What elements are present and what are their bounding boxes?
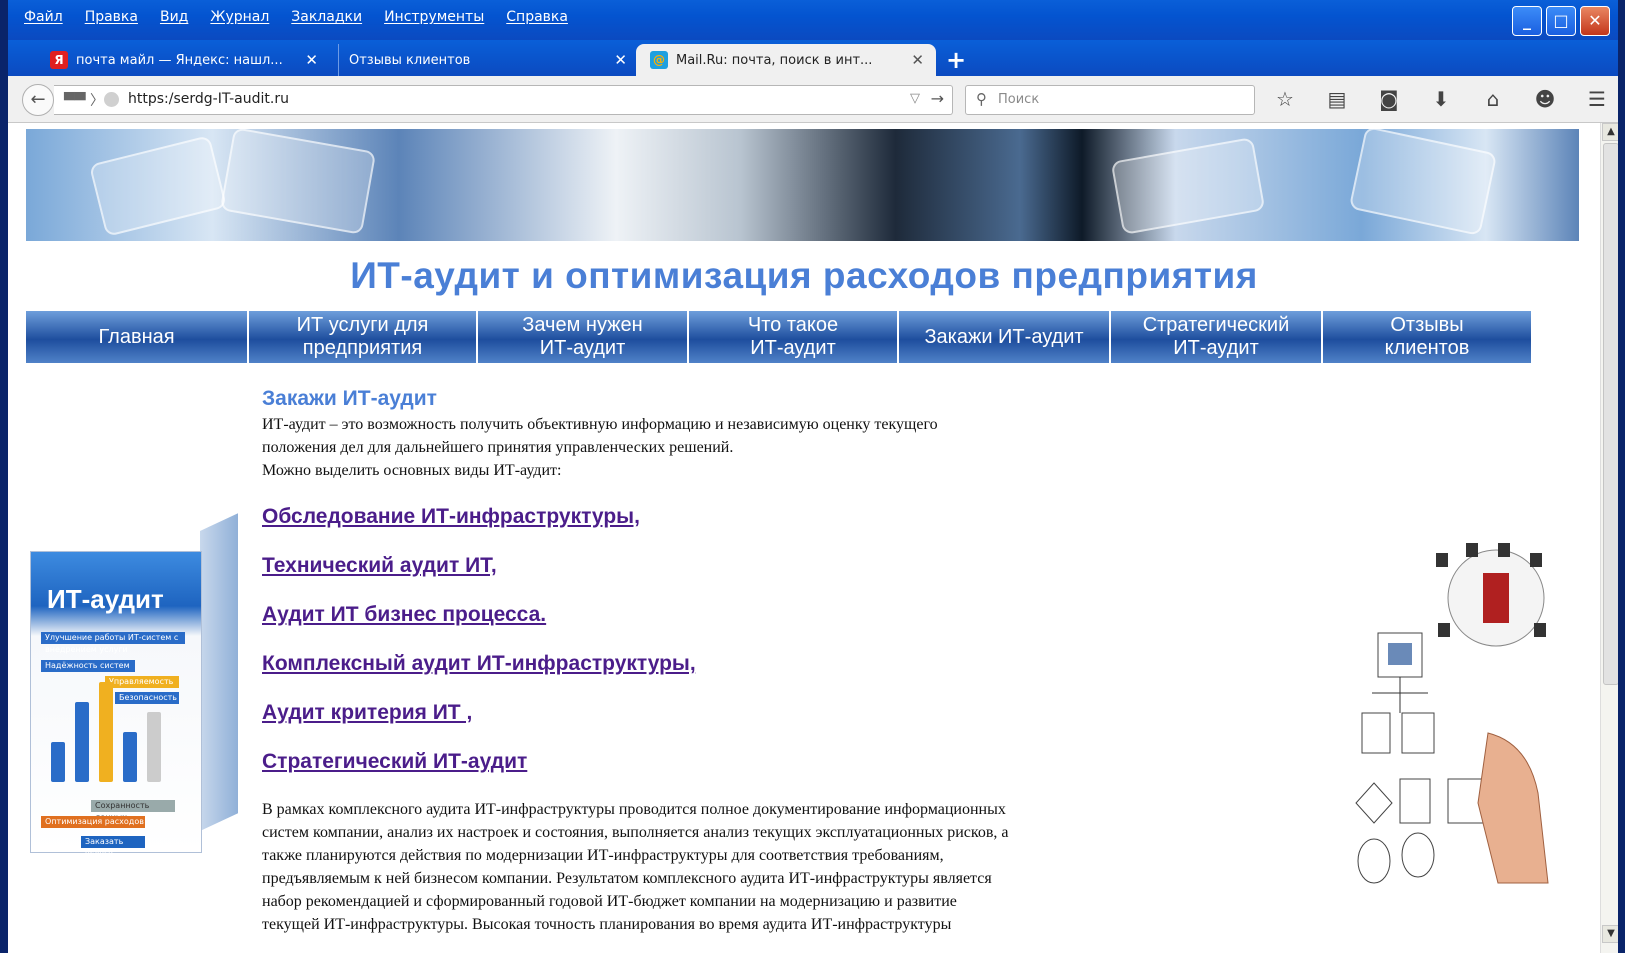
link-strategic-audit[interactable]: Стратегический ИТ-аудит [262, 750, 527, 774]
browser-window: Файл Правка Вид Журнал Закладки Инструме… [8, 0, 1618, 953]
menu-help[interactable]: Справка [506, 9, 568, 25]
maximize-button[interactable]: □ [1546, 6, 1576, 36]
puzzle-image [88, 135, 228, 237]
nav-strategic-audit[interactable]: Стратегический ИТ-аудит [1111, 311, 1323, 363]
menu-view[interactable]: Вид [160, 9, 188, 25]
box-title: ИТ-аудит [47, 584, 164, 614]
close-tab-icon[interactable]: ✕ [305, 51, 318, 69]
box-strip: Сохранность данных [91, 800, 175, 822]
close-window-button[interactable]: ✕ [1580, 6, 1610, 36]
home-icon[interactable]: ⌂ [1478, 85, 1508, 113]
hamburger-menu-icon[interactable]: ☰ [1582, 85, 1612, 113]
mailru-favicon-icon: @ [650, 51, 668, 69]
box-strip: Безопасность [115, 692, 179, 704]
nav-order-audit[interactable]: Закажи ИТ-аудит [899, 311, 1111, 363]
nav-what-is-audit[interactable]: Что такое ИТ-аудит [689, 311, 899, 363]
nav-it-services[interactable]: ИТ услуги для предприятия [249, 311, 478, 363]
link-business-process-audit[interactable]: Аудит ИТ бизнес процесса. [262, 603, 546, 627]
url-bar[interactable]: ▀▀ 〉 https:/serdg-IT-audit.ru ▽ → [54, 85, 953, 115]
close-tab-icon[interactable]: ✕ [911, 51, 924, 69]
puzzle-image [219, 127, 377, 235]
tab-strip: Я почта майл — Яндекс: нашл... ✕ Отзывы … [8, 40, 1618, 76]
search-icon: ⚲ [976, 90, 987, 108]
page-title: ИТ-аудит и оптимизация расходов предприя… [350, 255, 1258, 296]
scroll-thumb[interactable] [1603, 143, 1618, 685]
tab-mailru[interactable]: @ Mail.Ru: почта, поиск в инт... ✕ [636, 44, 936, 76]
link-technical-audit[interactable]: Технический аудит ИТ, [262, 554, 497, 578]
go-arrow-icon[interactable]: → [931, 89, 944, 108]
menu-file[interactable]: Файл [24, 9, 63, 25]
menu-history[interactable]: Журнал [210, 9, 269, 25]
navigation-bar: ← ▀▀ 〉 https:/serdg-IT-audit.ru ▽ → ⚲ По… [8, 76, 1618, 123]
yandex-favicon-icon: Я [50, 51, 68, 69]
tab-label: Mail.Ru: почта, поиск в инт... [676, 52, 873, 68]
close-tab-icon[interactable]: ✕ [614, 51, 627, 69]
back-button[interactable]: ← [22, 84, 54, 116]
body-text: В рамках комплексного аудита ИТ-инфрастр… [262, 801, 1009, 933]
box-strip: Надёжность систем [41, 660, 135, 672]
search-box[interactable]: ⚲ Поиск [965, 85, 1255, 115]
box-strip: Управляемость [105, 676, 179, 688]
tab-label: Отзывы клиентов [349, 52, 471, 68]
menu-edit[interactable]: Правка [85, 9, 138, 25]
pocket-icon[interactable]: ◙ [1374, 85, 1404, 113]
intro-text: ИТ-аудит – это возможность получить объе… [262, 416, 938, 479]
network-diagram-image [1338, 543, 1588, 903]
chat-icon[interactable]: ☻ [1530, 85, 1560, 113]
menu-bookmarks[interactable]: Закладки [291, 9, 362, 25]
section-title: Закажи ИТ-аудит [262, 387, 437, 410]
scroll-up-icon[interactable]: ▲ [1602, 123, 1618, 141]
puzzle-image [1348, 125, 1498, 237]
tab-yandex[interactable]: Я почта майл — Яндекс: нашл... ✕ [40, 44, 330, 76]
library-icon[interactable]: ▀▀ 〉 [64, 90, 104, 110]
page-content: ИТ-аудит и оптимизация расходов предприя… [8, 123, 1600, 953]
box-strip: Улучшение работы ИТ-систем с внедрением … [41, 632, 185, 654]
minimize-button[interactable]: _ [1512, 6, 1542, 36]
product-box-image: ИТ-аудит Улучшение работы ИТ-систем с вн… [30, 513, 240, 858]
link-complex-audit[interactable]: Комплексный аудит ИТ-инфраструктуры, [262, 652, 696, 676]
search-placeholder: Поиск [998, 92, 1040, 107]
tab-label: почта майл — Яндекс: нашл... [76, 52, 283, 68]
puzzle-image [1110, 137, 1266, 235]
scroll-down-icon[interactable]: ▼ [1602, 925, 1618, 943]
bookmark-star-icon[interactable]: ☆ [1270, 85, 1300, 113]
url-dropdown-icon[interactable]: ▽ [910, 91, 920, 106]
nav-reviews[interactable]: Отзывы клиентов [1323, 311, 1531, 363]
box-strip: Заказать услугу [81, 836, 145, 858]
menu-tools[interactable]: Инструменты [384, 9, 484, 25]
box-strip: Оптимизация расходов [41, 816, 145, 828]
site-nav: Главная ИТ услуги для предприятия Зачем н… [26, 311, 1579, 363]
link-criteria-audit[interactable]: Аудит критерия ИТ , [262, 701, 472, 725]
url-text[interactable]: https:/serdg-IT-audit.ru [128, 91, 289, 107]
reading-list-icon[interactable]: ▤ [1322, 85, 1352, 113]
vertical-scrollbar[interactable]: ▲ ▼ [1600, 123, 1618, 953]
download-icon[interactable]: ⬇ [1426, 85, 1456, 113]
header-banner [26, 125, 1579, 241]
nav-why-audit[interactable]: Зачем нужен ИТ-аудит [478, 311, 689, 363]
nav-home[interactable]: Главная [26, 311, 249, 363]
menu-bar: Файл Правка Вид Журнал Закладки Инструме… [8, 0, 1618, 40]
globe-icon [104, 92, 119, 107]
link-infrastructure-survey[interactable]: Обследование ИТ-инфраструктуры, [262, 505, 640, 529]
new-tab-icon[interactable]: + [946, 46, 966, 74]
tab-reviews[interactable]: Отзывы клиентов ✕ [338, 44, 639, 76]
